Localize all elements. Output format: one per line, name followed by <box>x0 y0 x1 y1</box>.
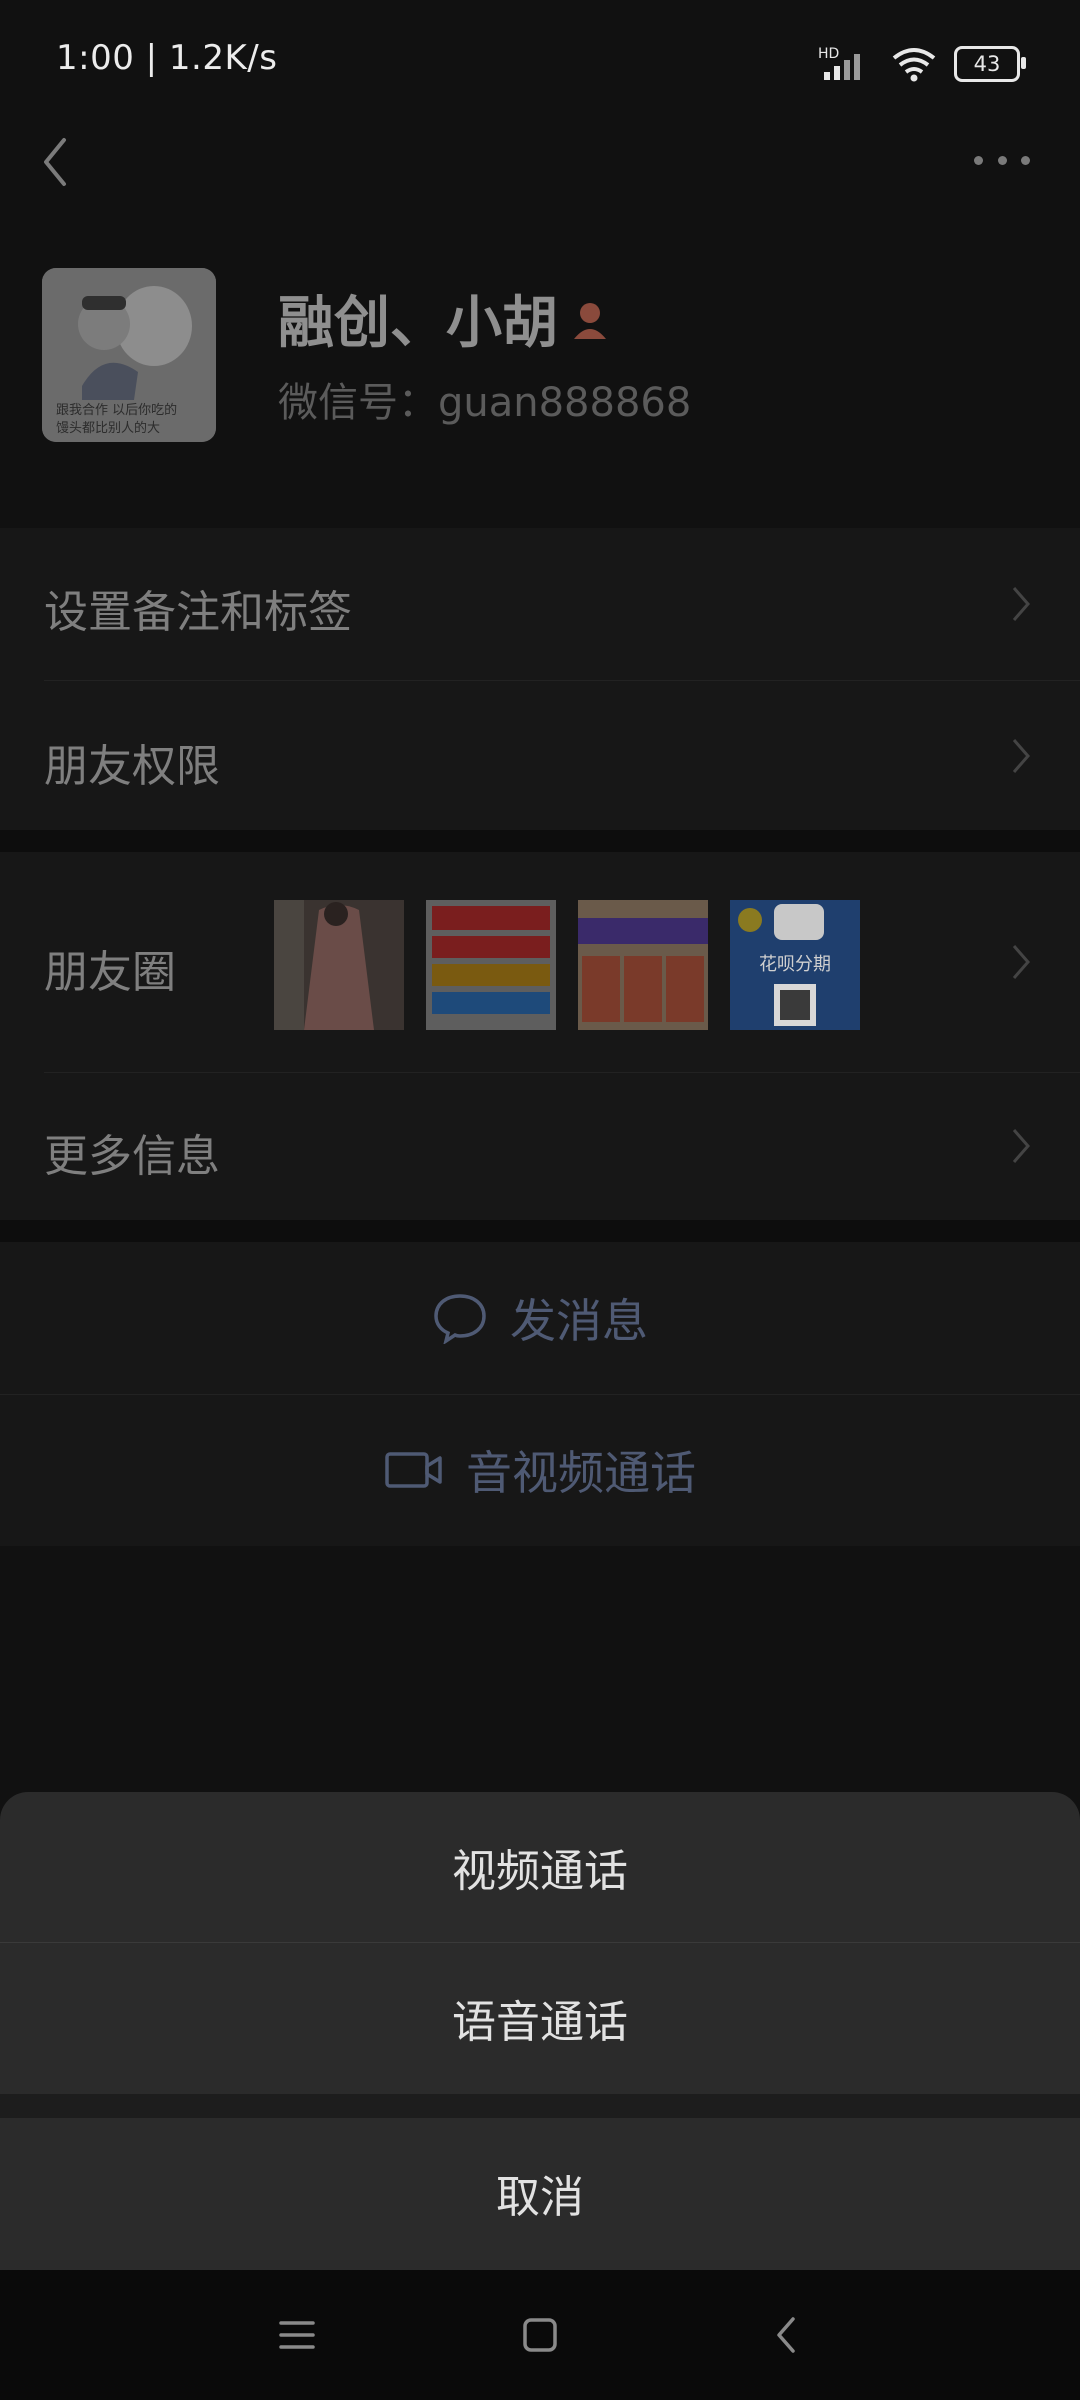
wechat-id: 微信号：guan888868 <box>278 380 692 426</box>
chevron-right-icon <box>1012 739 1030 773</box>
divider <box>44 1072 1080 1073</box>
row-label-remark-tags: 设置备注和标签 <box>44 587 352 638</box>
battery-level: 43 <box>973 52 1001 76</box>
moments-photo-1[interactable] <box>274 900 404 1030</box>
chevron-right-icon <box>1012 945 1030 979</box>
avatar-caption-2: 馒头都比别人的大 <box>56 420 160 436</box>
moments-photo-4-caption: 花呗分期 <box>759 954 831 975</box>
chevron-right-icon <box>1012 587 1030 621</box>
row-friend-permissions[interactable]: 朋友权限 <box>0 680 1080 830</box>
moments-photo-2[interactable] <box>426 900 556 1030</box>
moments-photo-4[interactable]: 花呗分期 <box>730 900 860 1030</box>
av-call-button[interactable]: 音视频通话 <box>0 1394 1080 1546</box>
send-message-button[interactable]: 发消息 <box>0 1242 1080 1394</box>
row-more-info[interactable]: 更多信息 <box>0 1072 1080 1220</box>
network-label: HD <box>818 46 839 62</box>
video-camera-icon <box>385 1452 442 1488</box>
call-options-sheet: 视频通话 语音通话 取消 <box>0 1792 1080 2270</box>
divider <box>44 680 1080 681</box>
more-options-icon[interactable] <box>974 148 1030 172</box>
profile-name-row: 融创、小胡 <box>278 278 612 359</box>
row-label-moments: 朋友圈 <box>44 947 176 998</box>
av-call-label: 音视频通话 <box>466 1446 696 1500</box>
chat-bubble-icon <box>434 1294 486 1344</box>
system-nav-bar <box>0 2270 1080 2400</box>
row-remark-tags[interactable]: 设置备注和标签 <box>0 528 1080 680</box>
menu-icon[interactable] <box>272 2310 322 2360</box>
wifi-icon <box>892 48 936 82</box>
chevron-right-icon <box>1012 1129 1030 1163</box>
status-icons: HD 43 <box>818 40 1026 88</box>
back-triangle-icon[interactable] <box>762 2310 812 2360</box>
home-square-icon[interactable] <box>515 2310 565 2360</box>
row-label-friend-permissions: 朋友权限 <box>44 741 220 792</box>
row-moments[interactable]: 朋友圈 花呗分期 <box>0 852 1080 1072</box>
back-chevron-icon[interactable] <box>36 132 76 192</box>
moments-photo-3[interactable] <box>578 900 708 1030</box>
row-label-more-info: 更多信息 <box>44 1131 220 1182</box>
section-gap <box>0 1220 1080 1242</box>
status-time: 1:00 | 1.2K/s <box>56 38 278 78</box>
battery-icon: 43 <box>954 46 1026 82</box>
contact-name: 融创、小胡 <box>278 291 558 356</box>
signal-icon: HD <box>818 46 860 80</box>
moments-thumbnails: 花呗分期 <box>274 900 860 1030</box>
avatar[interactable]: 跟我合作 以后你吃的 馒头都比别人的大 <box>42 268 216 442</box>
voice-call-option[interactable]: 语音通话 <box>0 1943 1080 2093</box>
cancel-option[interactable]: 取消 <box>0 2118 1080 2268</box>
sheet-gap <box>0 2094 1080 2118</box>
video-call-option[interactable]: 视频通话 <box>0 1792 1080 1942</box>
gender-female-icon <box>574 302 606 339</box>
avatar-caption-1: 跟我合作 以后你吃的 <box>56 402 177 418</box>
section-gap <box>0 830 1080 852</box>
send-message-label: 发消息 <box>510 1294 648 1348</box>
